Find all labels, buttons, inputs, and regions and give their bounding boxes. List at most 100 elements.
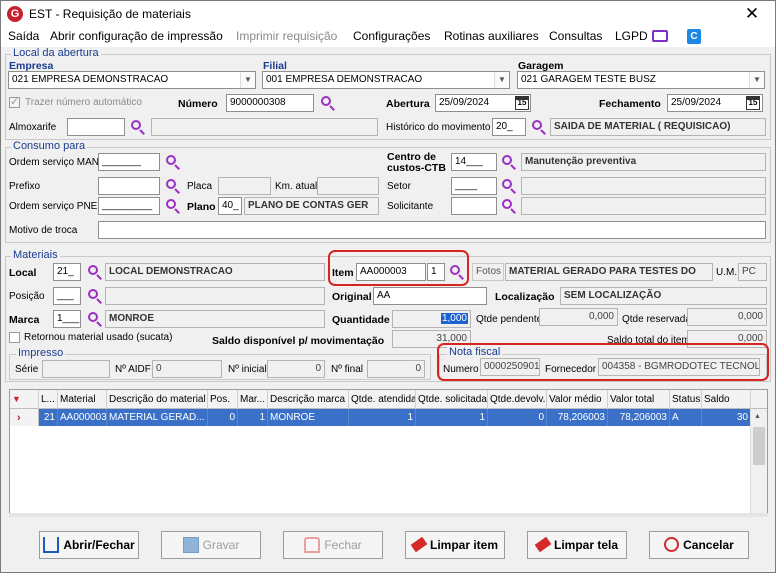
centro-desc: Manutenção preventiva xyxy=(521,153,766,171)
row-pointer-icon: › xyxy=(10,409,39,426)
calendar-icon[interactable]: 15 xyxy=(746,96,760,110)
numero-field[interactable]: 9000000308 xyxy=(226,94,314,112)
marca-code-field[interactable]: 1___ xyxy=(53,310,81,328)
historico-code-field[interactable]: 20_ xyxy=(492,118,526,136)
menu-imprimir-requisicao[interactable]: Imprimir requisição xyxy=(236,29,337,43)
search-icon[interactable] xyxy=(501,154,517,170)
empresa-select[interactable]: 021 EMPRESA DEMONSTRACAO ▼ xyxy=(8,71,256,89)
km-atual-field xyxy=(317,177,379,195)
prefixo-label: Prefixo xyxy=(9,181,41,192)
motivo-troca-field[interactable] xyxy=(98,221,766,239)
prefixo-field[interactable] xyxy=(98,177,160,195)
calendar-icon[interactable]: 15 xyxy=(515,96,529,110)
col-header-descricao[interactable]: Descrição do material xyxy=(107,390,208,409)
help-book-icon[interactable]: C xyxy=(687,29,701,44)
fechar-button[interactable]: Fechar xyxy=(283,531,383,559)
search-icon[interactable] xyxy=(320,95,336,111)
lock-icon xyxy=(304,536,321,553)
impresso-section-title: Impresso xyxy=(16,347,66,359)
cancelar-button[interactable]: Cancelar xyxy=(649,531,749,559)
search-icon[interactable] xyxy=(87,311,103,327)
limpar-item-button[interactable]: Limpar item xyxy=(405,531,505,559)
quantidade-field[interactable]: 1,000 xyxy=(392,310,471,328)
garagem-select[interactable]: 021 GARAGEM TESTE BUSZ ▼ xyxy=(517,71,765,89)
menu-configuracoes[interactable]: Configurações xyxy=(353,29,430,43)
posicao-label: Posição xyxy=(9,291,45,302)
grid-vertical-scrollbar[interactable]: ▲ xyxy=(750,409,767,516)
fotos-button[interactable]: Fotos xyxy=(472,263,504,281)
col-header-pos[interactable]: Pos. xyxy=(208,390,238,409)
col-header-qtde-devolv[interactable]: Qtde.devolv. xyxy=(488,390,547,409)
aidf-field: 0 xyxy=(152,360,222,378)
fechamento-label: Fechamento xyxy=(599,98,661,110)
col-header-saldo[interactable]: Saldo xyxy=(702,390,751,409)
search-icon[interactable] xyxy=(531,119,547,135)
quantidade-label: Quantidade xyxy=(332,314,390,326)
local-code-field[interactable]: 21_ xyxy=(53,263,81,281)
limpar-tela-button[interactable]: Limpar tela xyxy=(527,531,627,559)
menu-consultas[interactable]: Consultas xyxy=(549,29,602,43)
col-header-marca[interactable]: Mar... xyxy=(238,390,268,409)
cell-saldo: 30 xyxy=(702,409,751,426)
ordem-pne-field[interactable]: _________ xyxy=(98,197,160,215)
material-desc: MATERIAL GERADO PARA TESTES DO xyxy=(505,263,713,281)
almoxarife-label: Almoxarife xyxy=(9,122,57,133)
menu-saida[interactable]: Saída xyxy=(8,29,39,43)
col-header-local[interactable]: L... xyxy=(39,390,58,409)
col-header-material[interactable]: Material xyxy=(58,390,107,409)
table-row[interactable]: › 21 AA000003 MATERIAL GERAD... 0 1 MONR… xyxy=(10,409,751,426)
col-header-qtde-solicitada[interactable]: Qtde. solicitada xyxy=(416,390,488,409)
search-icon[interactable] xyxy=(165,154,181,170)
menu-lgpd[interactable]: LGPD xyxy=(615,29,648,43)
gravar-label: Gravar xyxy=(202,538,240,552)
cancelar-label: Cancelar xyxy=(683,538,734,552)
scroll-thumb[interactable] xyxy=(753,427,765,465)
search-icon[interactable] xyxy=(165,198,181,214)
search-icon[interactable] xyxy=(130,119,146,135)
col-header-qtde-atendida[interactable]: Qtde. atendida xyxy=(349,390,416,409)
col-header-descricao-marca[interactable]: Descrição marca xyxy=(268,390,349,409)
trazer-numero-checkbox[interactable] xyxy=(9,95,20,108)
close-window-button[interactable]: ✕ xyxy=(737,3,767,25)
menu-abrir-configuracao[interactable]: Abrir configuração de impressão xyxy=(50,29,223,43)
solicitante-field[interactable] xyxy=(451,197,497,215)
col-header-valor-medio[interactable]: Valor médio xyxy=(547,390,608,409)
search-icon[interactable] xyxy=(87,264,103,280)
gravar-button[interactable]: Gravar xyxy=(161,531,261,559)
solicitante-label: Solicitante xyxy=(387,201,434,212)
setor-field[interactable]: ____ xyxy=(451,177,497,195)
col-header-valor-total[interactable]: Valor total xyxy=(608,390,670,409)
filial-select[interactable]: 001 EMPRESA DEMONSTRACAO ▼ xyxy=(262,71,510,89)
centro-code-field[interactable]: 14___ xyxy=(451,153,497,171)
scroll-up-icon[interactable]: ▲ xyxy=(754,413,761,420)
abrir-fechar-button[interactable]: Abrir/Fechar xyxy=(39,531,139,559)
motivo-troca-label: Motivo de troca xyxy=(9,225,78,236)
posicao-field[interactable]: ___ xyxy=(53,287,81,305)
menu-rotinas-auxiliares[interactable]: Rotinas auxiliares xyxy=(444,29,539,43)
col-header-status[interactable]: Status xyxy=(670,390,702,409)
chevron-down-icon: ▼ xyxy=(494,72,509,88)
solicitante-desc xyxy=(521,197,766,215)
numero-label: Número xyxy=(178,98,218,110)
historico-desc: SAIDA DE MATERIAL ( REQUISICAO) xyxy=(550,118,766,136)
cell-qtde-atendida: 1 xyxy=(349,409,416,426)
retornou-sucata-checkbox[interactable] xyxy=(9,332,20,343)
chevron-down-icon: ▼ xyxy=(240,72,255,88)
search-icon[interactable] xyxy=(501,198,517,214)
um-label: U.M. xyxy=(716,267,738,278)
setor-label: Setor xyxy=(387,181,411,192)
monitor-icon[interactable] xyxy=(652,30,668,42)
search-icon[interactable] xyxy=(87,288,103,304)
um-field: PC xyxy=(738,263,767,281)
plano-code-field[interactable]: 40_ xyxy=(218,197,242,215)
search-icon[interactable] xyxy=(501,178,517,194)
grid-horizontal-scrollbar[interactable] xyxy=(9,513,768,517)
items-grid[interactable]: ▼ L... Material Descrição do material Po… xyxy=(9,389,768,517)
posicao-desc xyxy=(105,287,325,305)
original-field[interactable]: AA xyxy=(373,287,487,305)
search-icon[interactable] xyxy=(165,178,181,194)
ordem-man-field[interactable]: _______ xyxy=(98,153,160,171)
sort-down-icon[interactable]: ▼ xyxy=(10,390,39,409)
almoxarife-field[interactable] xyxy=(67,118,125,136)
setor-desc xyxy=(521,177,766,195)
